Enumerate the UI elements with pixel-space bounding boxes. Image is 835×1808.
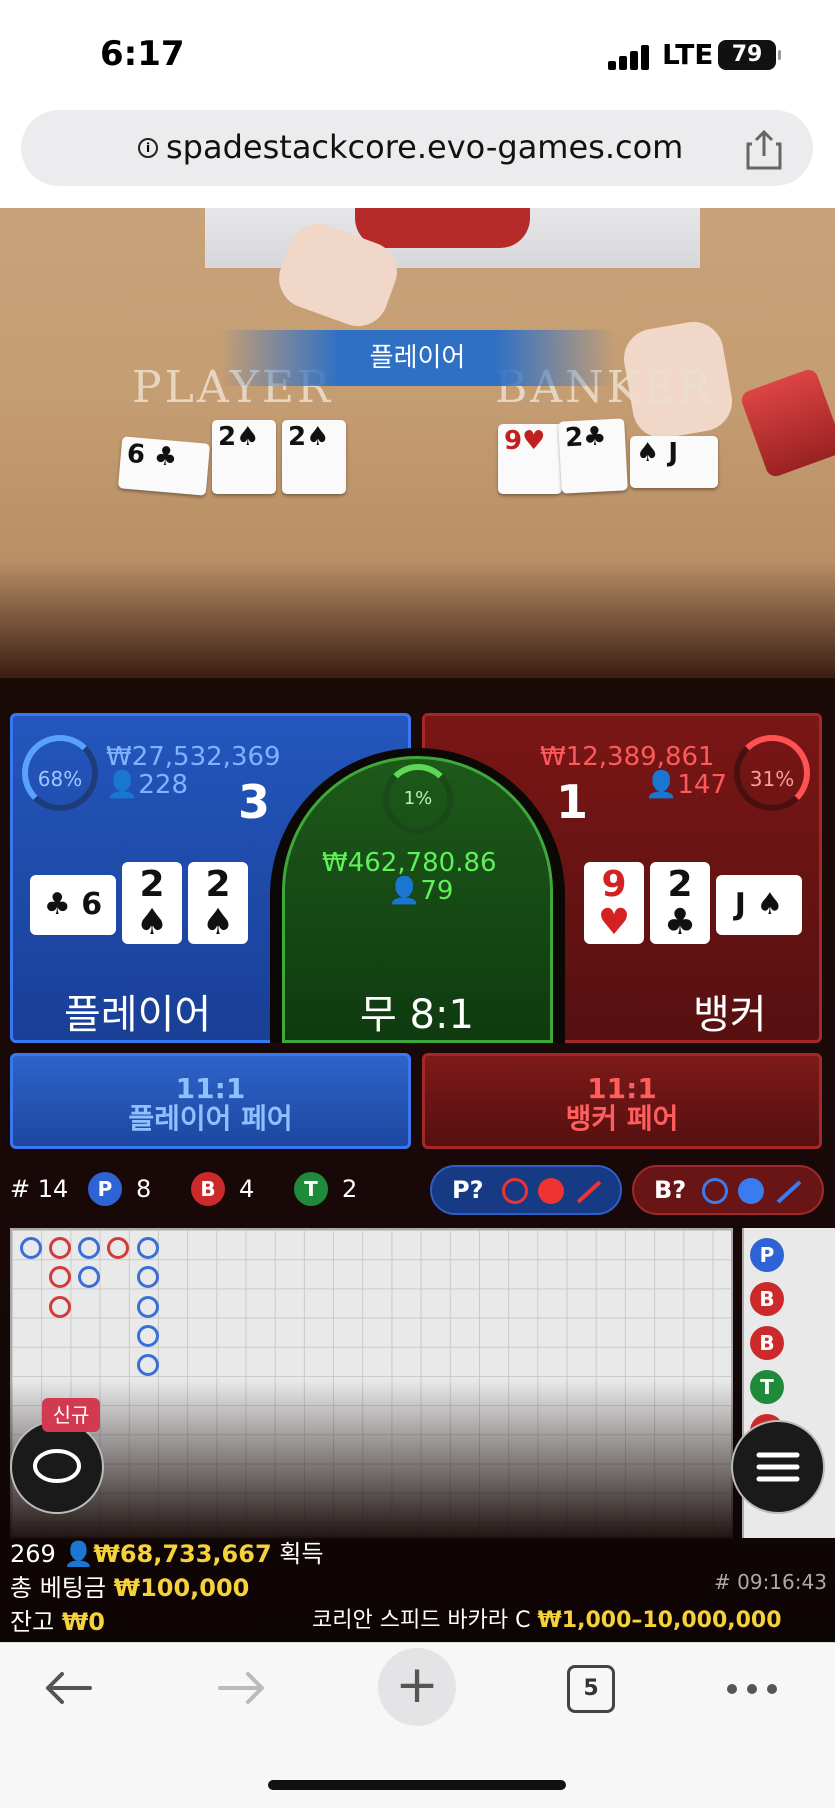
- bead-item: T: [750, 1370, 784, 1404]
- menu-button[interactable]: [731, 1420, 825, 1514]
- bead-item: B: [750, 1326, 784, 1360]
- table-card-player-3: 2♠: [282, 420, 346, 494]
- tie-label: 무 8:1: [360, 992, 474, 1038]
- person-icon: 👤: [63, 1540, 94, 1568]
- chat-icon: [33, 1449, 81, 1483]
- forward-icon[interactable]: [214, 1666, 270, 1710]
- road-player-mark: [78, 1237, 100, 1259]
- prediction-ring-icon: [502, 1178, 528, 1204]
- player-card-2: 2 ♠: [122, 862, 182, 944]
- banker-percent-ring: 31%: [734, 735, 810, 811]
- person-icon: 👤: [106, 770, 139, 800]
- info-icon[interactable]: i: [138, 138, 158, 158]
- bead-item: P: [750, 1238, 784, 1272]
- table-card-player-1: 6 ♣: [117, 436, 211, 496]
- road-player-mark: [137, 1325, 159, 1347]
- prediction-dot-icon: [738, 1178, 764, 1204]
- tie-percent-ring: 1%: [383, 764, 453, 834]
- banker-bettor-count: 👤147: [645, 770, 728, 800]
- player-pair-button[interactable]: 11:1 플레이어 페어: [10, 1053, 411, 1149]
- round-number: # 14: [10, 1175, 69, 1203]
- chat-button[interactable]: [10, 1420, 104, 1514]
- balance-line: 잔고 ₩0: [10, 1608, 105, 1636]
- url-text[interactable]: spadestackcore.evo-games.com: [166, 128, 683, 166]
- player-card-3: 2 ♠: [188, 862, 248, 944]
- banker-badge: B: [191, 1172, 225, 1206]
- player-percent-ring: 68%: [22, 735, 98, 811]
- battery-icon: 79: [718, 40, 781, 70]
- road-banker-mark: [107, 1237, 129, 1259]
- table-card-player-2: 2♠: [212, 420, 276, 494]
- road-player-mark: [137, 1296, 159, 1318]
- back-icon[interactable]: [40, 1666, 96, 1710]
- road-banker-mark: [49, 1237, 71, 1259]
- table-card-banker-2: 2♣: [558, 418, 628, 494]
- banker-label: 뱅커: [693, 992, 767, 1038]
- banker-score: 1: [556, 775, 589, 829]
- player-card-1: ♣ 6: [30, 875, 116, 935]
- winners-line: 269 👤₩68,733,667 획득: [10, 1540, 324, 1568]
- player-win-count: 8: [136, 1175, 152, 1203]
- prediction-ring-icon: [702, 1178, 728, 1204]
- road-banker-mark: [49, 1296, 71, 1318]
- person-icon: 👤: [645, 770, 678, 800]
- road-player-mark: [137, 1266, 159, 1288]
- road-player-mark: [137, 1237, 159, 1259]
- road-player-mark: [137, 1354, 159, 1376]
- dealer-vest: [355, 208, 530, 248]
- network-label: LTE: [662, 38, 714, 71]
- banker-card-3: J ♠: [716, 875, 802, 935]
- prediction-dot-icon: [538, 1178, 564, 1204]
- road-banker-mark: [49, 1266, 71, 1288]
- new-badge: 신규: [42, 1398, 100, 1432]
- player-bettor-count: 👤228: [106, 770, 189, 800]
- road-player-mark: [20, 1237, 42, 1259]
- more-icon[interactable]: [722, 1676, 782, 1702]
- table-card-banker-1: 9♥: [498, 424, 562, 494]
- tie-bettor-count: 👤79: [388, 876, 454, 906]
- tabs-button[interactable]: 5: [567, 1665, 615, 1713]
- tie-badge: T: [294, 1172, 328, 1206]
- banker-total-amount: ₩12,389,861: [540, 742, 715, 772]
- player-score: 3: [238, 775, 271, 829]
- banker-pair-button[interactable]: 11:1 뱅커 페어: [422, 1053, 822, 1149]
- share-icon[interactable]: [744, 128, 784, 172]
- banker-win-count: 4: [239, 1175, 255, 1203]
- prediction-slash-icon: [776, 1180, 802, 1204]
- result-banner: 플레이어: [220, 330, 615, 386]
- person-icon: 👤: [388, 876, 421, 906]
- roadmap-shade: [10, 1380, 733, 1540]
- hamburger-icon: [756, 1452, 800, 1482]
- tie-total-amount: ₩462,780.86: [322, 848, 497, 878]
- clock: 6:17: [100, 34, 185, 74]
- total-bet-line: 총 베팅금 ₩100,000: [10, 1574, 250, 1602]
- banker-card-2: 2 ♣: [650, 862, 710, 944]
- signal-icon: [608, 44, 652, 70]
- new-tab-button[interactable]: +: [378, 1648, 456, 1726]
- player-label: 플레이어: [64, 992, 212, 1038]
- table-info: 코리안 스피드 바카라 C ₩1,000–10,000,000: [312, 1608, 782, 1633]
- home-indicator: [268, 1780, 566, 1790]
- game-id-time: # 09:16:43: [714, 1570, 827, 1594]
- prediction-slash-icon: [576, 1180, 602, 1204]
- banker-card-1: 9 ♥: [584, 862, 644, 944]
- player-badge: P: [88, 1172, 122, 1206]
- road-player-mark: [78, 1266, 100, 1288]
- tie-win-count: 2: [342, 1175, 358, 1203]
- table-card-banker-3: ♠ J: [630, 436, 718, 488]
- player-total-amount: ₩27,532,369: [106, 742, 281, 772]
- bead-item: B: [750, 1282, 784, 1316]
